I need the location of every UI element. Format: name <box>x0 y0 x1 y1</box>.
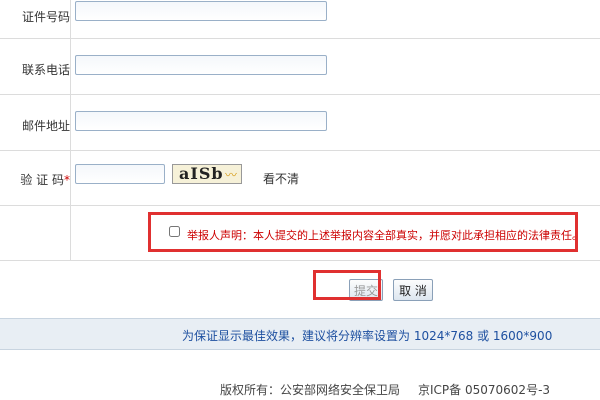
phone-input[interactable] <box>75 55 327 75</box>
email-label: 邮件地址 <box>21 119 70 133</box>
phone-label: 联系电话 <box>21 63 70 77</box>
captcha-refresh-link[interactable]: 看不清 <box>263 170 299 187</box>
captcha-image[interactable]: aISb 〰 <box>172 164 242 184</box>
id-number-input[interactable] <box>75 1 327 21</box>
email-input[interactable] <box>75 111 327 131</box>
captcha-input[interactable] <box>75 164 165 184</box>
form-row-email: 邮件地址 <box>0 95 600 151</box>
declaration-highlight: 举报人声明：本人提交的上述举报内容全部真实，并愿对此承担相应的法律责任。 <box>148 212 578 252</box>
form-row-id-number: 证件号码 <box>0 0 600 39</box>
captcha-swirl-icon: 〰 <box>224 168 238 182</box>
captcha-label-text: 验 证 码 <box>20 173 64 187</box>
resolution-notice-bar: 为保证显示最佳效果，建议将分辨率设置为 1024*768 或 1600*900 <box>0 318 600 350</box>
id-number-label: 证件号码 <box>21 10 70 24</box>
cancel-button[interactable]: 取 消 <box>393 279 433 301</box>
resolution-notice-text: 为保证显示最佳效果，建议将分辨率设置为 1024*768 或 1600*900 <box>182 329 553 343</box>
captcha-image-text: aISb <box>179 164 224 183</box>
form-row-phone: 联系电话 <box>0 39 600 95</box>
required-mark: * <box>64 173 70 187</box>
declaration-text: 举报人声明：本人提交的上述举报内容全部真实，并愿对此承担相应的法律责任。 <box>187 229 578 242</box>
submit-button[interactable]: 提交 <box>349 279 383 301</box>
captcha-label: 验 证 码* <box>0 171 70 188</box>
footer-copyright: 版权所有：公安部网络安全保卫局 <box>220 383 401 397</box>
declaration-checkbox[interactable] <box>169 226 180 237</box>
footer: 版权所有：公安部网络安全保卫局 京ICP备 05070602号-3 <box>220 381 568 398</box>
footer-icp[interactable]: 京ICP备 05070602号-3 <box>418 383 550 397</box>
